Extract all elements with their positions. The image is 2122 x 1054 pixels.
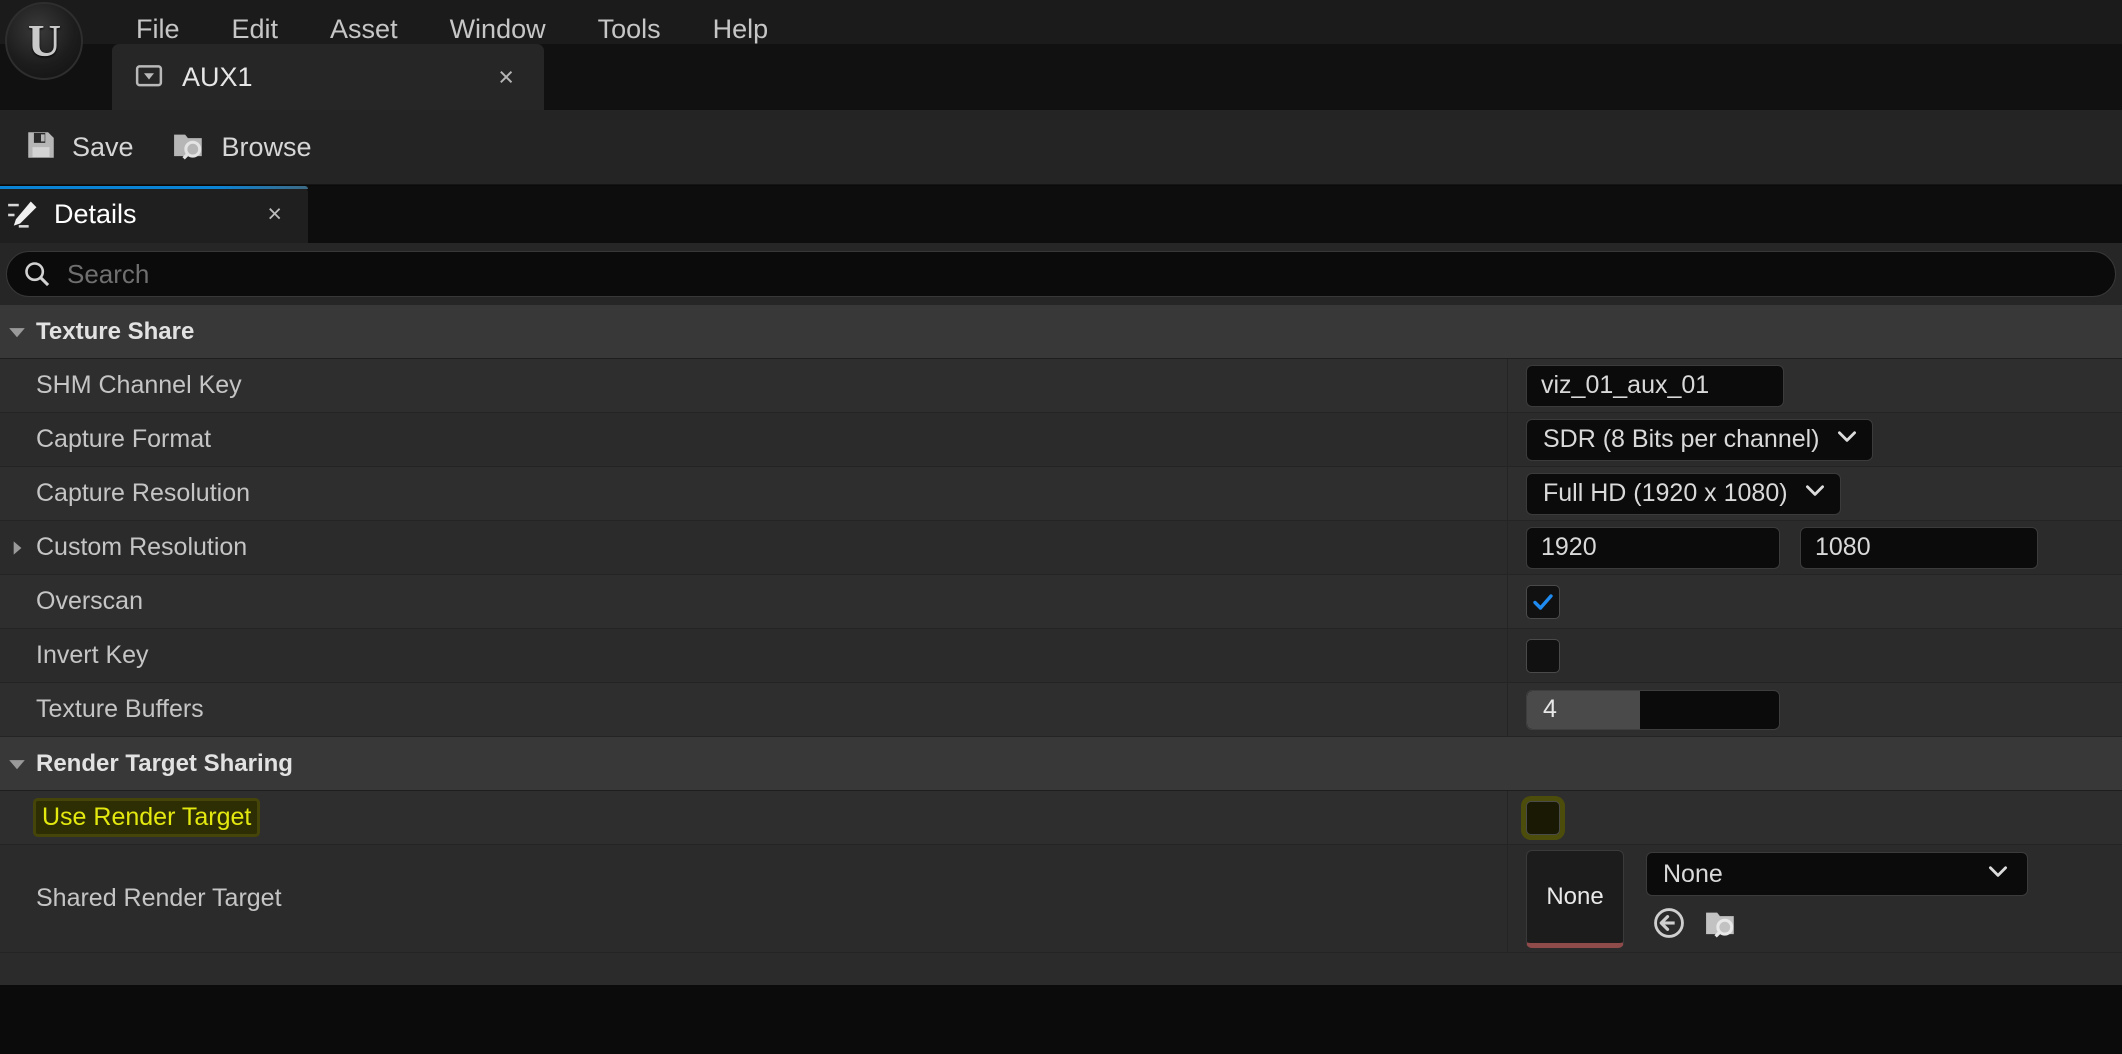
invert-key-checkbox[interactable] [1526, 639, 1560, 673]
tab-details[interactable]: Details × [0, 186, 308, 243]
capture-format-value: SDR (8 Bits per channel) [1543, 425, 1820, 454]
property-row-use-render-target[interactable]: Use Render Target [0, 791, 2122, 845]
property-label-highlighted: Use Render Target [36, 801, 257, 834]
save-button-label: Save [72, 132, 134, 163]
property-label: Texture Buffers [36, 695, 204, 724]
property-name-cell: Custom Resolution [0, 521, 1508, 574]
viewport-icon [134, 62, 164, 92]
category-header-render-target-sharing[interactable]: Render Target Sharing [0, 737, 2122, 791]
browse-button[interactable]: Browse [158, 110, 326, 185]
capture-format-dropdown[interactable]: SDR (8 Bits per channel) [1526, 419, 1873, 461]
browse-button-label: Browse [222, 132, 312, 163]
property-value-cell: Full HD (1920 x 1080) [1508, 467, 2122, 520]
property-value-cell: 4 [1508, 683, 2122, 736]
tab-strip: AUX1 × [0, 44, 2122, 110]
property-label: Custom Resolution [36, 533, 247, 562]
shared-render-target-thumbnail[interactable]: None [1526, 850, 1624, 948]
property-name-cell: Capture Format [0, 413, 1508, 466]
chevron-down-icon [4, 751, 30, 777]
search-input[interactable]: Search [6, 251, 2116, 297]
property-value-cell [1508, 575, 2122, 628]
unreal-engine-logo-glyph: U [28, 18, 60, 64]
floppy-disk-icon [24, 128, 58, 167]
pencil-details-icon [6, 198, 40, 232]
checkmark-icon [1531, 590, 1555, 614]
capture-resolution-dropdown[interactable]: Full HD (1920 x 1080) [1526, 473, 1841, 515]
shared-render-target-value: None [1663, 860, 1723, 889]
category-label: Render Target Sharing [36, 750, 293, 778]
panel-tab-bar: Details × [0, 186, 2122, 243]
browse-back-icon[interactable] [1652, 906, 1686, 945]
property-name-cell: SHM Channel Key [0, 359, 1508, 412]
shm-channel-key-input[interactable]: viz_01_aux_01 [1526, 365, 1784, 407]
property-row-capture-resolution[interactable]: Capture Resolution Full HD (1920 x 1080) [0, 467, 2122, 521]
expander-right-icon[interactable] [4, 537, 30, 559]
property-row-custom-resolution[interactable]: Custom Resolution 1920 1080 [0, 521, 2122, 575]
property-row-shared-render-target[interactable]: Shared Render Target None None [0, 845, 2122, 953]
property-row-capture-format[interactable]: Capture Format SDR (8 Bits per channel) [0, 413, 2122, 467]
property-label: Shared Render Target [36, 884, 282, 913]
custom-resolution-y-input[interactable]: 1080 [1800, 527, 2038, 569]
use-render-target-checkbox[interactable] [1526, 801, 1560, 835]
chevron-down-icon [4, 319, 30, 345]
property-value-cell: None None [1508, 845, 2122, 952]
overscan-checkbox[interactable] [1526, 585, 1560, 619]
property-value-cell: SDR (8 Bits per channel) [1508, 413, 2122, 466]
asset-tab-label: AUX1 [182, 62, 498, 93]
texture-buffers-value: 4 [1543, 691, 1557, 729]
category-label: Texture Share [36, 318, 194, 346]
asset-toolbar: Save Browse [0, 110, 2122, 185]
folder-search-icon [172, 128, 208, 167]
chevron-down-icon [1802, 477, 1828, 510]
details-property-list: Texture Share SHM Channel Key viz_01_aux… [0, 305, 2122, 985]
property-value-cell: viz_01_aux_01 [1508, 359, 2122, 412]
property-value-cell: 1920 1080 [1508, 521, 2122, 574]
shared-render-target-dropdown[interactable]: None [1646, 852, 2028, 896]
asset-picker: None [1646, 852, 2028, 945]
folder-search-icon[interactable] [1704, 906, 1740, 945]
unreal-engine-logo-icon[interactable]: U [5, 2, 83, 80]
search-bar-container: Search [0, 243, 2122, 305]
asset-tab-aux1[interactable]: AUX1 × [112, 44, 544, 110]
capture-resolution-value: Full HD (1920 x 1080) [1543, 479, 1788, 508]
property-row-texture-buffers[interactable]: Texture Buffers 4 [0, 683, 2122, 737]
custom-resolution-x-input[interactable]: 1920 [1526, 527, 1780, 569]
property-label: Overscan [36, 587, 143, 616]
property-name-cell: Invert Key [0, 629, 1508, 682]
property-value-cell [1508, 629, 2122, 682]
property-label: Invert Key [36, 641, 149, 670]
search-icon [23, 260, 51, 288]
property-row-invert-key[interactable]: Invert Key [0, 629, 2122, 683]
chevron-down-icon [1834, 423, 1860, 456]
asset-action-buttons [1646, 906, 2028, 945]
property-label: Capture Resolution [36, 479, 250, 508]
search-input-placeholder: Search [67, 259, 149, 290]
panel-bottom-filler [0, 985, 2122, 1054]
property-value-cell [1508, 791, 2122, 844]
property-name-cell: Use Render Target [0, 791, 1508, 844]
tab-details-label: Details [54, 199, 267, 230]
property-name-cell: Overscan [0, 575, 1508, 628]
property-label: Capture Format [36, 425, 211, 454]
category-header-texture-share[interactable]: Texture Share [0, 305, 2122, 359]
chevron-down-icon [1985, 858, 2011, 891]
property-name-cell: Texture Buffers [0, 683, 1508, 736]
texture-buffers-slider[interactable]: 4 [1526, 690, 1780, 730]
close-icon[interactable]: × [267, 200, 282, 229]
property-name-cell: Shared Render Target [0, 845, 1508, 952]
close-icon[interactable]: × [498, 62, 514, 93]
property-row-shm-channel-key[interactable]: SHM Channel Key viz_01_aux_01 [0, 359, 2122, 413]
save-button[interactable]: Save [10, 110, 148, 185]
property-name-cell: Capture Resolution [0, 467, 1508, 520]
property-label: SHM Channel Key [36, 371, 242, 400]
property-row-overscan[interactable]: Overscan [0, 575, 2122, 629]
